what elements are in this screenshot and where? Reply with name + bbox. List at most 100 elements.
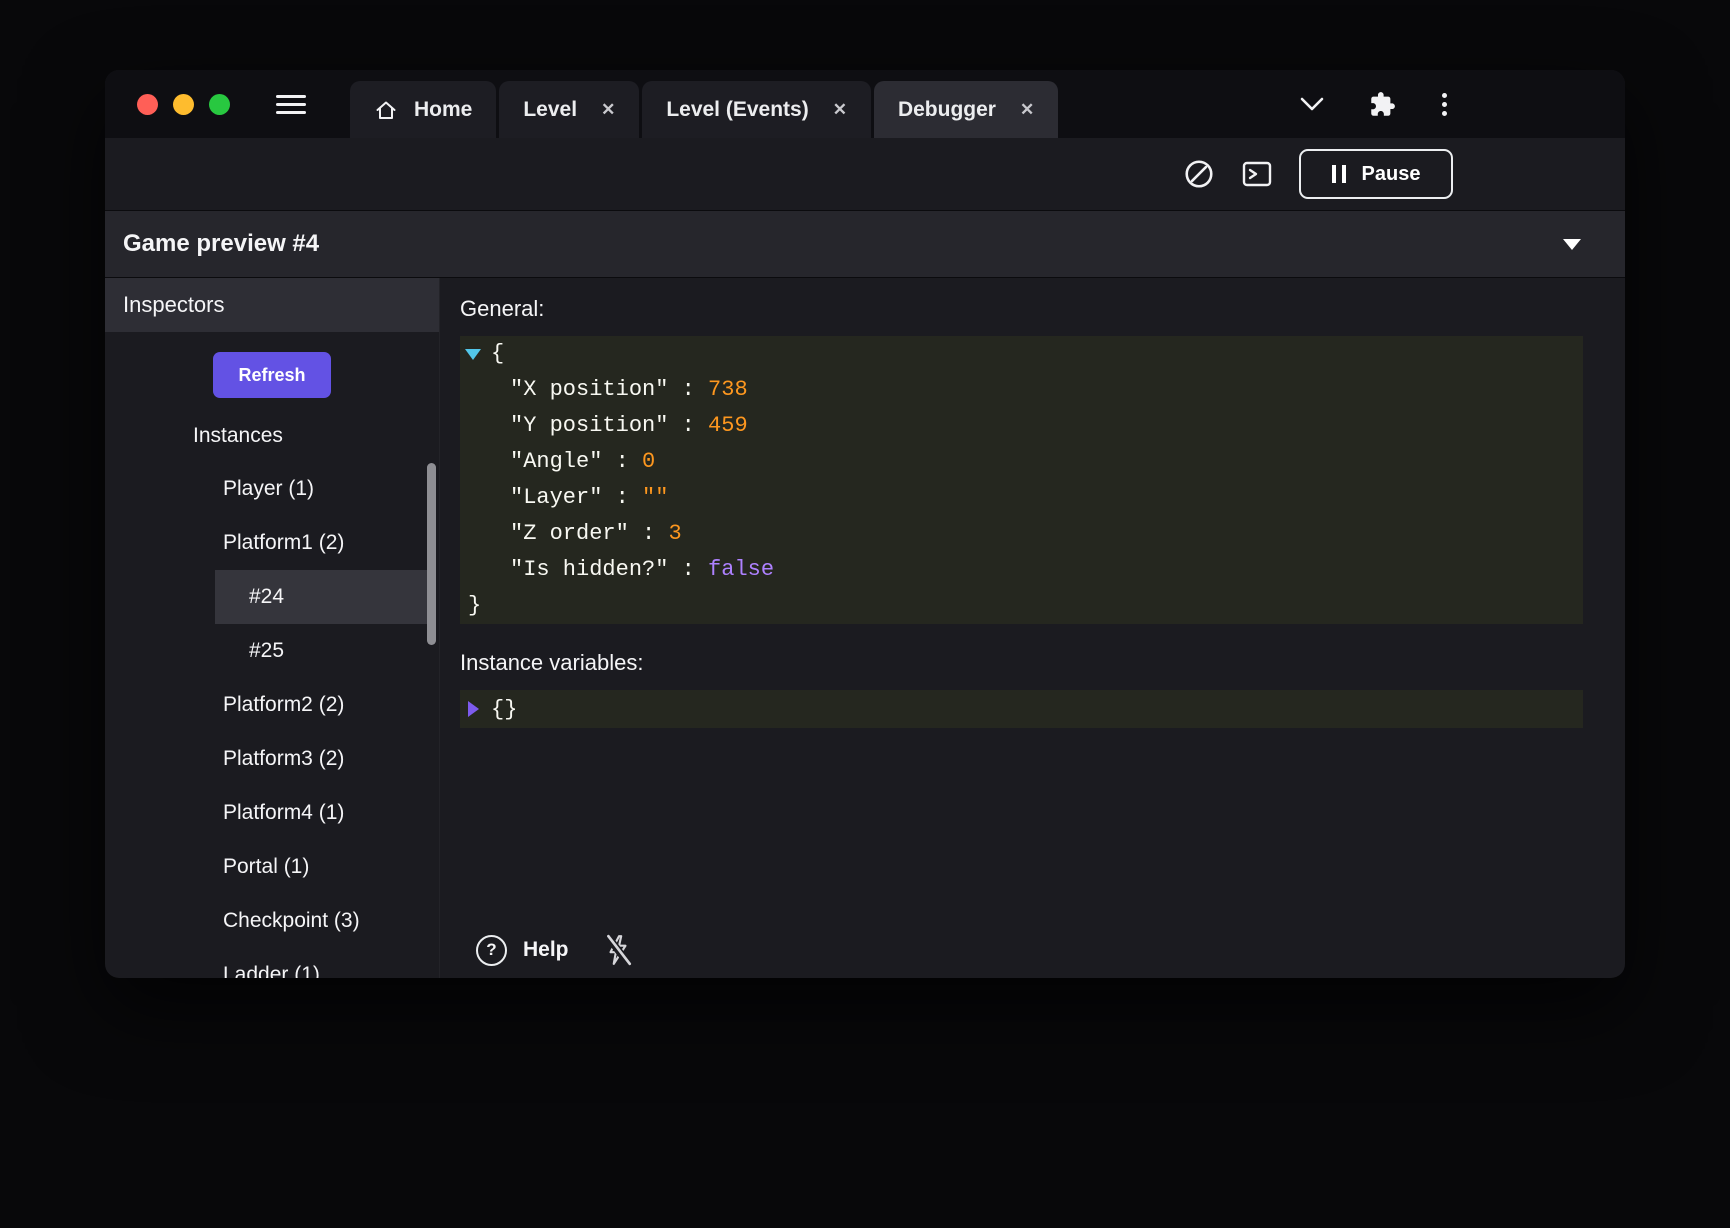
json-separator: : <box>668 557 708 582</box>
json-separator: : <box>629 521 669 546</box>
tab-label: Home <box>414 98 472 122</box>
help-icon: ? <box>476 935 507 966</box>
close-icon[interactable]: ✕ <box>601 100 615 120</box>
debugger-toolbar: Pause <box>105 138 1625 210</box>
console-icon[interactable] <box>1241 159 1273 189</box>
inspectors-sidebar: Inspectors Refresh Instances Player (1) … <box>105 278 440 978</box>
extensions-puzzle-icon[interactable] <box>1369 91 1396 118</box>
json-separator: : <box>602 485 642 510</box>
json-value: 0 <box>642 449 655 474</box>
profiler-icon[interactable] <box>1183 158 1215 190</box>
traffic-light-minimize[interactable] <box>173 94 194 115</box>
traffic-light-close[interactable] <box>137 94 158 115</box>
tabbar-right-controls <box>1299 91 1449 118</box>
sidebar-item-label: Portal (1) <box>223 855 309 879</box>
sidebar-header: Inspectors <box>105 278 439 332</box>
tab-strip: Home Level ✕ Level (Events) ✕ Debugger ✕ <box>350 81 1058 138</box>
tab-label: Level (Events) <box>666 98 808 122</box>
tab-label: Debugger <box>898 98 996 122</box>
traffic-lights <box>137 94 230 115</box>
tab-label: Level <box>523 98 577 122</box>
app-window: Home Level ✕ Level (Events) ✕ Debugger ✕ <box>105 70 1625 978</box>
tab-level-events[interactable]: Level (Events) ✕ <box>642 81 871 138</box>
game-preview-selector[interactable]: Game preview #4 <box>105 210 1625 278</box>
json-value: "" <box>642 485 668 510</box>
sidebar-item-label: Ladder (1) <box>223 963 320 978</box>
sidebar-item-ladder[interactable]: Ladder (1) <box>215 948 427 978</box>
json-key: "Layer" <box>510 485 602 510</box>
pause-button[interactable]: Pause <box>1299 149 1453 199</box>
sidebar-item-label: Platform3 (2) <box>223 747 344 771</box>
general-section-label: General: <box>460 296 1583 322</box>
json-separator: : <box>668 413 708 438</box>
json-value: 738 <box>708 377 748 402</box>
instances-list: Player (1) Platform1 (2) #24 #25 Platfor… <box>215 462 427 978</box>
sidebar-item-platform3[interactable]: Platform3 (2) <box>215 732 427 786</box>
json-open-brace: { <box>491 336 504 372</box>
json-property-row: "Layer" : "" <box>460 480 1583 516</box>
sidebar-item-instance-25[interactable]: #25 <box>215 624 427 678</box>
sidebar-item-instance-24[interactable]: #24 <box>215 570 427 624</box>
inspector-panel: General: { "X position" : 738 "Y positio… <box>440 278 1625 978</box>
help-label: Help <box>523 938 569 962</box>
sidebar-item-label: Platform1 (2) <box>223 531 344 555</box>
json-property-row: "Y position" : 459 <box>460 408 1583 444</box>
json-separator: : <box>668 377 708 402</box>
instance-variables-view: {} <box>460 690 1583 728</box>
help-row: ? Help <box>476 934 633 966</box>
sidebar-item-platform4[interactable]: Platform4 (1) <box>215 786 427 840</box>
json-key: "Y position" <box>510 413 668 438</box>
tab-level[interactable]: Level ✕ <box>499 81 639 138</box>
content-area: Inspectors Refresh Instances Player (1) … <box>105 278 1625 978</box>
tab-bar: Home Level ✕ Level (Events) ✕ Debugger ✕ <box>105 70 1625 138</box>
json-key: "Z order" <box>510 521 629 546</box>
close-icon[interactable]: ✕ <box>833 100 847 120</box>
json-close-row: } <box>460 588 1583 624</box>
close-icon[interactable]: ✕ <box>1020 100 1034 120</box>
sidebar-item-label: Player (1) <box>223 477 314 501</box>
json-separator: : <box>602 449 642 474</box>
json-value: 3 <box>668 521 681 546</box>
pause-icon <box>1332 165 1346 183</box>
json-property-row: "Z order" : 3 <box>460 516 1583 552</box>
json-open-row: { <box>460 336 1583 372</box>
sidebar-item-label: Platform2 (2) <box>223 693 344 717</box>
traffic-light-zoom[interactable] <box>209 94 230 115</box>
dropdown-arrow-icon[interactable] <box>1563 239 1581 250</box>
sidebar-item-portal[interactable]: Portal (1) <box>215 840 427 894</box>
home-icon <box>374 98 398 122</box>
sidebar-item-checkpoint[interactable]: Checkpoint (3) <box>215 894 427 948</box>
flash-off-icon[interactable] <box>603 934 633 966</box>
json-key: "Angle" <box>510 449 602 474</box>
instances-section-label: Instances <box>193 424 439 448</box>
sidebar-scrollbar-thumb[interactable] <box>427 463 436 645</box>
json-property-row: "Is hidden?" : false <box>460 552 1583 588</box>
json-key: "X position" <box>510 377 668 402</box>
game-preview-title: Game preview #4 <box>123 230 319 258</box>
tab-debugger[interactable]: Debugger ✕ <box>874 81 1058 138</box>
json-property-row: "X position" : 738 <box>460 372 1583 408</box>
collapse-expanded-triangle-icon[interactable] <box>465 349 481 360</box>
json-key: "Is hidden?" <box>510 557 668 582</box>
expand-collapsed-triangle-icon[interactable] <box>468 701 479 717</box>
sidebar-item-label: #24 <box>249 585 284 609</box>
hamburger-menu-icon[interactable] <box>276 95 306 114</box>
chevron-down-icon[interactable] <box>1299 96 1325 112</box>
kebab-menu-icon[interactable] <box>1440 91 1449 118</box>
json-close-brace: } <box>468 593 481 618</box>
instance-variables-value: {} <box>491 697 517 722</box>
tab-home[interactable]: Home <box>350 81 496 138</box>
sidebar-item-label: Checkpoint (3) <box>223 909 360 933</box>
sidebar-item-platform2[interactable]: Platform2 (2) <box>215 678 427 732</box>
instance-variables-label: Instance variables: <box>460 650 1583 676</box>
refresh-button[interactable]: Refresh <box>213 352 331 398</box>
sidebar-item-platform1[interactable]: Platform1 (2) <box>215 516 427 570</box>
sidebar-item-label: #25 <box>249 639 284 663</box>
json-value: false <box>708 557 774 582</box>
sidebar-item-player[interactable]: Player (1) <box>215 462 427 516</box>
general-json-view: { "X position" : 738 "Y position" : 459 … <box>460 336 1583 624</box>
sidebar-title: Inspectors <box>123 292 225 318</box>
help-link[interactable]: ? Help <box>476 935 569 966</box>
pause-label: Pause <box>1362 163 1421 186</box>
json-value: 459 <box>708 413 748 438</box>
